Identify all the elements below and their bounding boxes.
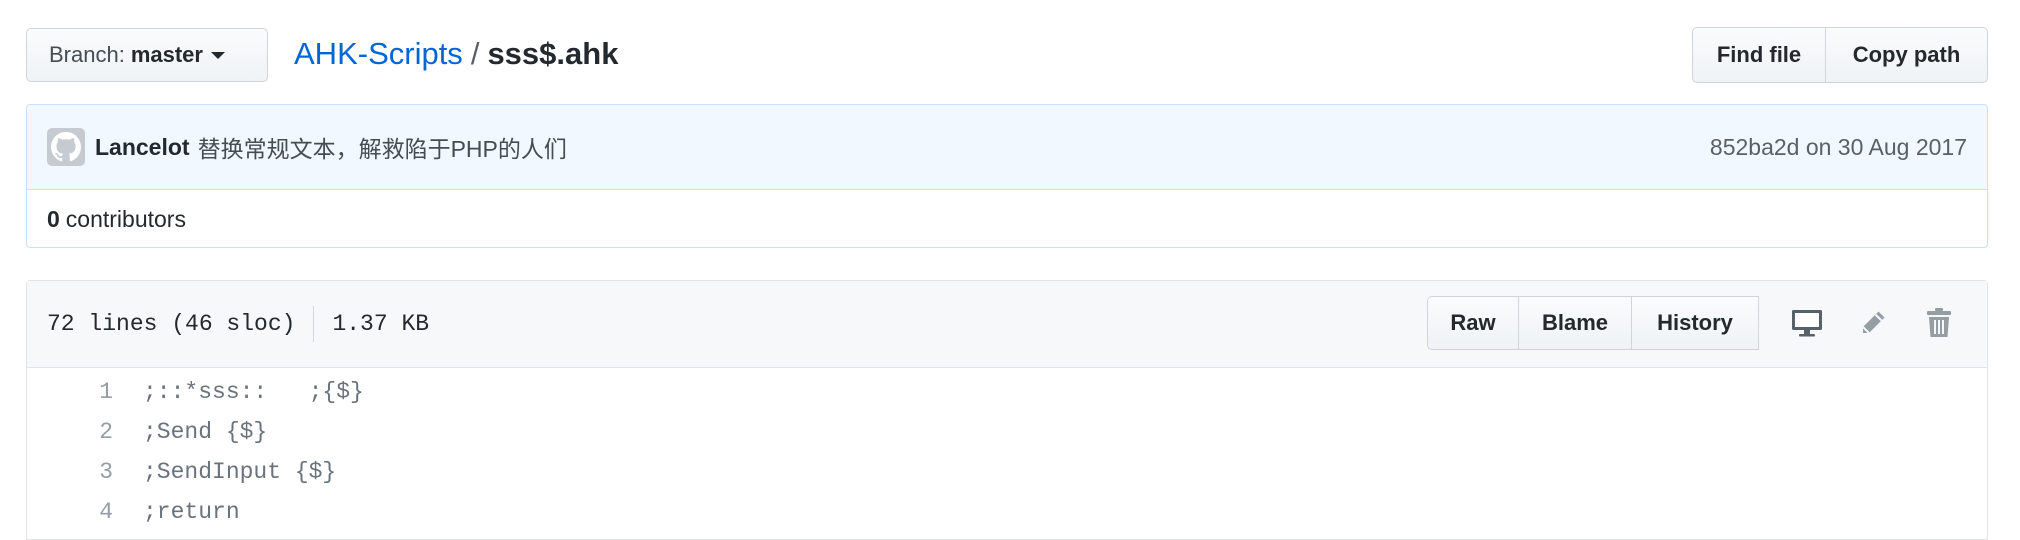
branch-label: Branch: (49, 42, 125, 67)
edit-file-button[interactable] (1841, 296, 1905, 350)
commit-message-link[interactable]: 替换常规文本，解救陷于PHP的人们 (198, 130, 567, 164)
desktop-icon (1792, 310, 1822, 337)
line-number[interactable]: 4 (27, 499, 113, 525)
line-number[interactable]: 1 (27, 379, 113, 405)
copy-path-button[interactable]: Copy path (1825, 27, 1988, 83)
line-content: ;SendInput {$} (143, 459, 337, 485)
file-actions: Raw Blame History (1427, 296, 1971, 350)
delete-file-button[interactable] (1907, 296, 1971, 350)
pencil-icon (1862, 311, 1885, 334)
line-number[interactable]: 3 (27, 459, 113, 485)
github-octocat-icon (51, 132, 81, 162)
code-line: 4 ;return (27, 492, 1987, 532)
commit-author-link[interactable]: Lancelot (95, 134, 190, 161)
line-content: ;return (143, 499, 240, 525)
latest-commit-row: Lancelot 替换常规文本，解救陷于PHP的人们 852ba2d on 30… (27, 105, 1987, 190)
caret-down-icon (210, 51, 225, 59)
file-navigation: Branch: master AHK-Scripts / sss$.ahk Find… (26, 27, 1988, 85)
contributors-row[interactable]: 0 contributors (27, 190, 1987, 247)
file-viewer: 72 lines (46 sloc) 1.37 KB Raw Blame His… (26, 280, 1988, 540)
file-nav-buttons: Find file Copy path (1692, 27, 1988, 83)
breadcrumb-file-name: sss$.ahk (487, 36, 619, 71)
commit-sha-date[interactable]: 852ba2d on 30 Aug 2017 (1710, 134, 1967, 161)
code-line: 3 ;SendInput {$} (27, 452, 1987, 492)
contributors-label: contributors (65, 206, 186, 232)
file-lines-info: 72 lines (46 sloc) (47, 311, 296, 337)
code-line: 2 ;Send {$} (27, 412, 1987, 452)
line-content: ;::*sss:: ;{$} (143, 379, 364, 405)
breadcrumb: AHK-Scripts / sss$.ahk (294, 34, 618, 74)
branch-name: master (130, 42, 203, 67)
breadcrumb-separator: / (470, 36, 480, 71)
history-button[interactable]: History (1631, 296, 1759, 350)
commit-tease: Lancelot 替换常规文本，解救陷于PHP的人们 852ba2d on 30… (26, 104, 1988, 248)
trash-icon (1927, 308, 1951, 337)
file-size: 1.37 KB (332, 311, 430, 337)
find-file-button[interactable]: Find file (1692, 27, 1826, 83)
branch-select-button[interactable]: Branch: master (26, 28, 268, 82)
file-info: 72 lines (46 sloc) 1.37 KB (47, 306, 429, 342)
blame-button[interactable]: Blame (1518, 296, 1632, 350)
breadcrumb-repo-link[interactable]: AHK-Scripts (294, 36, 463, 71)
code-line: 1 ;::*sss:: ;{$} (27, 372, 1987, 412)
contributors-count: 0 (47, 206, 60, 232)
line-number[interactable]: 2 (27, 419, 113, 445)
line-content: ;Send {$} (143, 419, 268, 445)
raw-button[interactable]: Raw (1427, 296, 1519, 350)
file-info-divider (313, 306, 315, 342)
code-body: 1 ;::*sss:: ;{$} 2 ;Send {$} 3 ;SendInpu… (27, 368, 1987, 532)
file-header: 72 lines (46 sloc) 1.37 KB Raw Blame His… (27, 281, 1987, 368)
open-desktop-button[interactable] (1775, 296, 1839, 350)
avatar[interactable] (47, 128, 85, 166)
